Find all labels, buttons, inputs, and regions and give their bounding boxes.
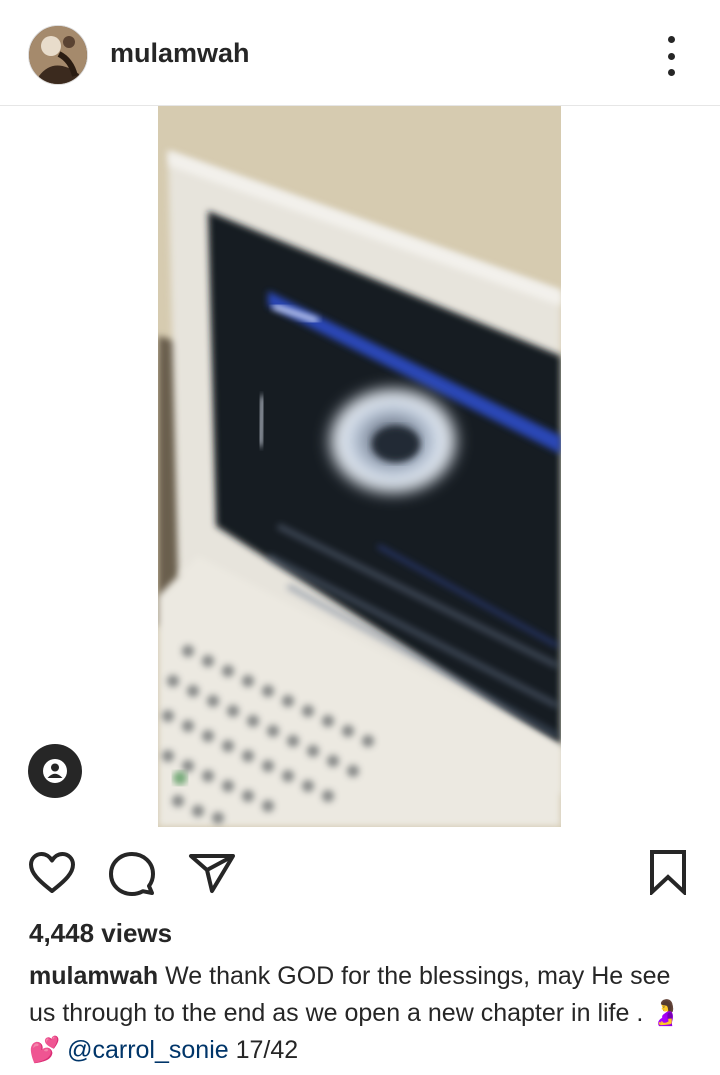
more-vertical-icon-dot <box>667 69 675 76</box>
post-header: mulamwah <box>0 0 720 106</box>
more-vertical-icon-dot <box>667 52 675 60</box>
user-tags-button[interactable] <box>28 744 82 798</box>
post-caption: mulamwah We thank GOD for the blessings,… <box>29 958 691 1069</box>
post-action-bar <box>0 827 720 917</box>
view-count[interactable]: 4,448 views <box>29 918 172 949</box>
avatar[interactable] <box>28 25 88 85</box>
more-vertical-icon <box>667 36 675 43</box>
ultrasound-video-frame <box>158 106 561 827</box>
caption-mention-link[interactable]: @carrol_sonie <box>67 1036 229 1064</box>
caption-trailing-text: 17/42 <box>228 1036 299 1064</box>
more-options-button[interactable] <box>656 36 686 76</box>
post-media[interactable] <box>0 106 720 827</box>
post-username[interactable]: mulamwah <box>110 38 250 69</box>
paper-plane-icon[interactable] <box>188 851 236 895</box>
instagram-post-screen: mulamwah 4,448 views mulamwah We thank G… <box>0 0 720 1075</box>
post-video[interactable] <box>158 106 561 827</box>
bookmark-icon[interactable] <box>648 849 688 895</box>
comment-bubble-icon[interactable] <box>108 850 156 896</box>
avatar-photo <box>29 26 87 84</box>
heart-icon[interactable] <box>28 851 76 895</box>
user-tag-icon <box>43 759 67 783</box>
caption-username[interactable]: mulamwah <box>29 962 158 990</box>
